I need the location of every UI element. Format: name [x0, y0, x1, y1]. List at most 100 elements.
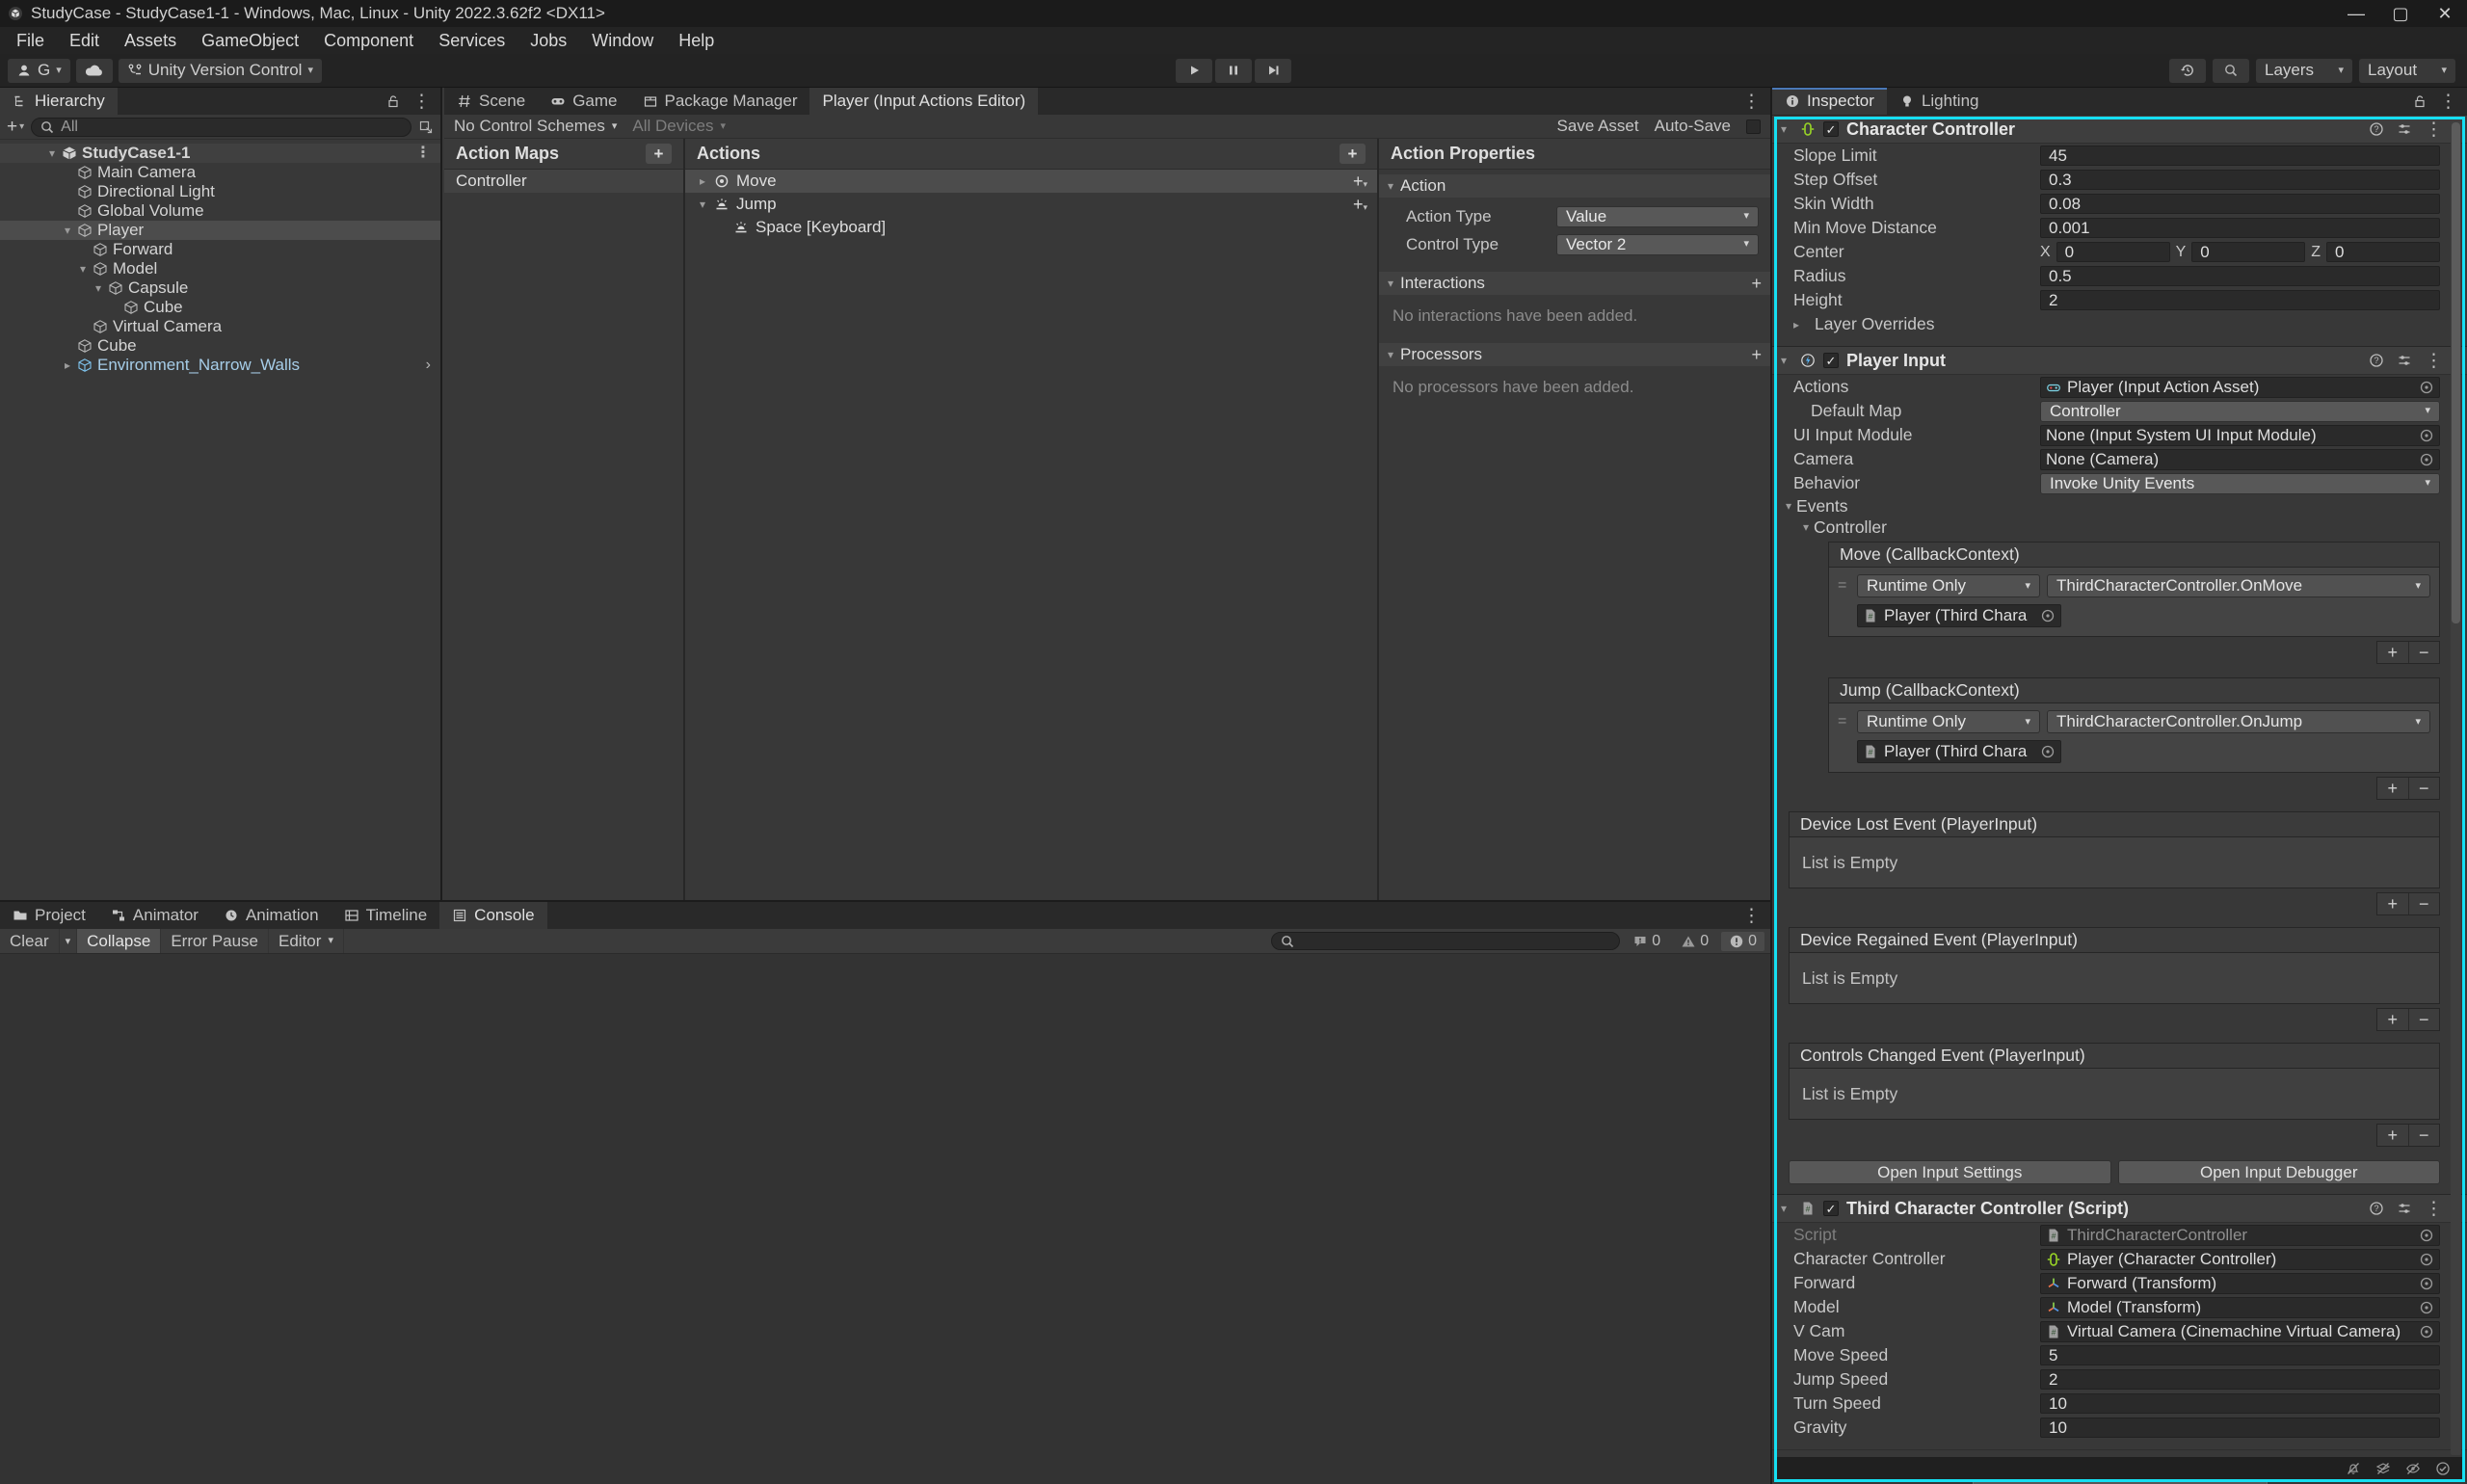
pause-button[interactable]	[1215, 59, 1252, 83]
tab-console[interactable]: Console	[439, 902, 546, 929]
drag-handle-icon[interactable]: =	[1838, 577, 1850, 595]
kebab-icon[interactable]: ⋮	[2425, 120, 2443, 139]
script-object-field[interactable]: #ThirdCharacterController	[2040, 1225, 2440, 1246]
object-picker-icon[interactable]	[2419, 1228, 2434, 1243]
clear-button[interactable]: Clear	[0, 929, 60, 953]
hierarchy-item-environment-narrow-walls[interactable]: ▸Environment_Narrow_Walls›	[0, 356, 440, 375]
add-event-button[interactable]: +	[2377, 778, 2408, 799]
foldout-open-icon[interactable]: ▾	[44, 146, 60, 160]
foldout-closed-icon[interactable]: ▸	[1793, 318, 1809, 331]
add-event-button[interactable]: +	[2377, 1009, 2408, 1030]
layout-dropdown[interactable]: Layout▾	[2359, 59, 2455, 83]
foldout-open-icon[interactable]: ▾	[60, 224, 75, 237]
open-input-settings-button[interactable]: Open Input Settings	[1789, 1160, 2111, 1184]
help-icon[interactable]: ?	[2369, 121, 2384, 137]
add-binding-button[interactable]: +▾	[1353, 195, 1367, 215]
lock-icon[interactable]	[385, 93, 401, 109]
kebab-icon[interactable]: ⋮	[415, 146, 431, 161]
event-target-object-field[interactable]: #Player (Third Chara	[1857, 604, 2061, 627]
add-action-map-button[interactable]: +	[646, 144, 672, 164]
add-action-button[interactable]: +	[1340, 144, 1366, 164]
actions-object-field[interactable]: Player (Input Action Asset)	[2040, 377, 2440, 398]
center-y-input[interactable]: 0	[2191, 242, 2305, 262]
devices-dropdown[interactable]: All Devices▾	[632, 117, 726, 136]
hierarchy-item-model[interactable]: ▾Model	[0, 259, 440, 278]
character-controller-object-field[interactable]: Player (Character Controller)	[2040, 1249, 2440, 1270]
binding-space-keyboard[interactable]: Space [Keyboard]	[685, 216, 1377, 239]
behavior-dropdown[interactable]: Invoke Unity Events▾	[2040, 473, 2440, 494]
component-enabled-checkbox[interactable]: ✓	[1823, 121, 1839, 137]
minimize-button[interactable]: —	[2334, 0, 2378, 27]
tab-game[interactable]: Game	[538, 88, 629, 115]
menu-jobs[interactable]: Jobs	[517, 31, 579, 51]
collab-muted-icon[interactable]	[2375, 1461, 2391, 1476]
object-picker-icon[interactable]	[2419, 1324, 2434, 1339]
foldout-open-icon[interactable]: ▾	[91, 281, 106, 295]
action-type-dropdown[interactable]: Value▾	[1556, 206, 1759, 227]
control-type-dropdown[interactable]: Vector 2▾	[1556, 234, 1759, 255]
preset-icon[interactable]	[2397, 1201, 2412, 1216]
events-foldout[interactable]: ▾Events	[1772, 495, 2467, 517]
menu-gameobject[interactable]: GameObject	[189, 31, 311, 51]
tab-animator[interactable]: Animator	[98, 902, 211, 929]
tab-hierarchy[interactable]: Hierarchy	[0, 88, 118, 115]
hierarchy-item-global-volume[interactable]: Global Volume	[0, 201, 440, 221]
add-event-button[interactable]: +	[2377, 1125, 2408, 1146]
step-offset-input[interactable]: 0.3	[2040, 170, 2440, 190]
kebab-icon[interactable]: ⋮	[2425, 1200, 2443, 1218]
tab-inspector[interactable]: Inspector	[1772, 88, 1887, 115]
controller-foldout[interactable]: ▾Controller	[1772, 517, 2467, 538]
preset-icon[interactable]	[2397, 353, 2412, 368]
search-button[interactable]	[2213, 59, 2249, 83]
preset-icon[interactable]	[2397, 121, 2412, 137]
remove-event-button[interactable]: −	[2408, 893, 2440, 914]
error-count-badge[interactable]: 0	[1721, 932, 1764, 951]
radius-input[interactable]: 0.5	[2040, 266, 2440, 286]
remove-event-button[interactable]: −	[2408, 1125, 2440, 1146]
menu-window[interactable]: Window	[579, 31, 666, 51]
move-speed-input[interactable]: 5	[2040, 1345, 2440, 1365]
skin-width-input[interactable]: 0.08	[2040, 194, 2440, 214]
cloud-button[interactable]	[76, 59, 113, 83]
foldout-closed-icon[interactable]: ▸	[695, 174, 710, 188]
info-count-badge[interactable]: 0	[1625, 932, 1668, 951]
default-map-dropdown[interactable]: Controller▾	[2040, 401, 2440, 422]
open-input-debugger-button[interactable]: Open Input Debugger	[2118, 1160, 2441, 1184]
tab-timeline[interactable]: Timeline	[332, 902, 440, 929]
event-mode-dropdown[interactable]: Runtime Only▾	[1857, 574, 2040, 597]
alerts-muted-icon[interactable]	[2405, 1461, 2421, 1476]
event-mode-dropdown[interactable]: Runtime Only▾	[1857, 710, 2040, 733]
hierarchy-item-directional-light[interactable]: Directional Light	[0, 182, 440, 201]
foldout-closed-icon[interactable]: ▸	[60, 358, 75, 372]
close-button[interactable]: ✕	[2423, 0, 2467, 27]
hierarchy-item-player[interactable]: ▾Player	[0, 221, 440, 240]
gravity-input[interactable]: 10	[2040, 1418, 2440, 1438]
console-log-area[interactable]	[0, 954, 1770, 1484]
interactions-section-header[interactable]: ▾Interactions+	[1379, 272, 1770, 295]
object-picker-icon[interactable]	[2419, 380, 2434, 395]
object-picker-icon[interactable]	[2419, 1300, 2434, 1315]
model-object-field[interactable]: Model (Transform)	[2040, 1297, 2440, 1318]
component-enabled-checkbox[interactable]: ✓	[1823, 353, 1839, 368]
hierarchy-item-capsule[interactable]: ▾Capsule	[0, 278, 440, 298]
scrollbar-thumb[interactable]	[2452, 122, 2460, 623]
remove-event-button[interactable]: −	[2408, 778, 2440, 799]
object-picker-icon[interactable]	[2419, 428, 2434, 443]
lock-icon[interactable]	[2412, 93, 2427, 109]
hierarchy-item-studycase1-1[interactable]: ▾StudyCase1-1⋮	[0, 144, 440, 163]
menu-edit[interactable]: Edit	[57, 31, 112, 51]
kebab-icon[interactable]: ⋮	[2425, 352, 2443, 370]
menu-file[interactable]: File	[4, 31, 57, 51]
menu-component[interactable]: Component	[311, 31, 426, 51]
hierarchy-item-virtual-camera[interactable]: Virtual Camera	[0, 317, 440, 336]
foldout-open-icon[interactable]: ▾	[1781, 1202, 1792, 1215]
min-move-distance-input[interactable]: 0.001	[2040, 218, 2440, 238]
error-pause-button[interactable]: Error Pause	[161, 929, 269, 953]
add-binding-button[interactable]: +▾	[1353, 172, 1367, 192]
add-processor-button[interactable]: +	[1751, 345, 1762, 365]
add-event-button[interactable]: +	[2377, 893, 2408, 914]
save-asset-button[interactable]: Save Asset	[1557, 117, 1639, 136]
processors-section-header[interactable]: ▾Processors+	[1379, 343, 1770, 366]
status-check-icon[interactable]	[2435, 1461, 2451, 1476]
warning-count-badge[interactable]: 0	[1673, 932, 1716, 951]
